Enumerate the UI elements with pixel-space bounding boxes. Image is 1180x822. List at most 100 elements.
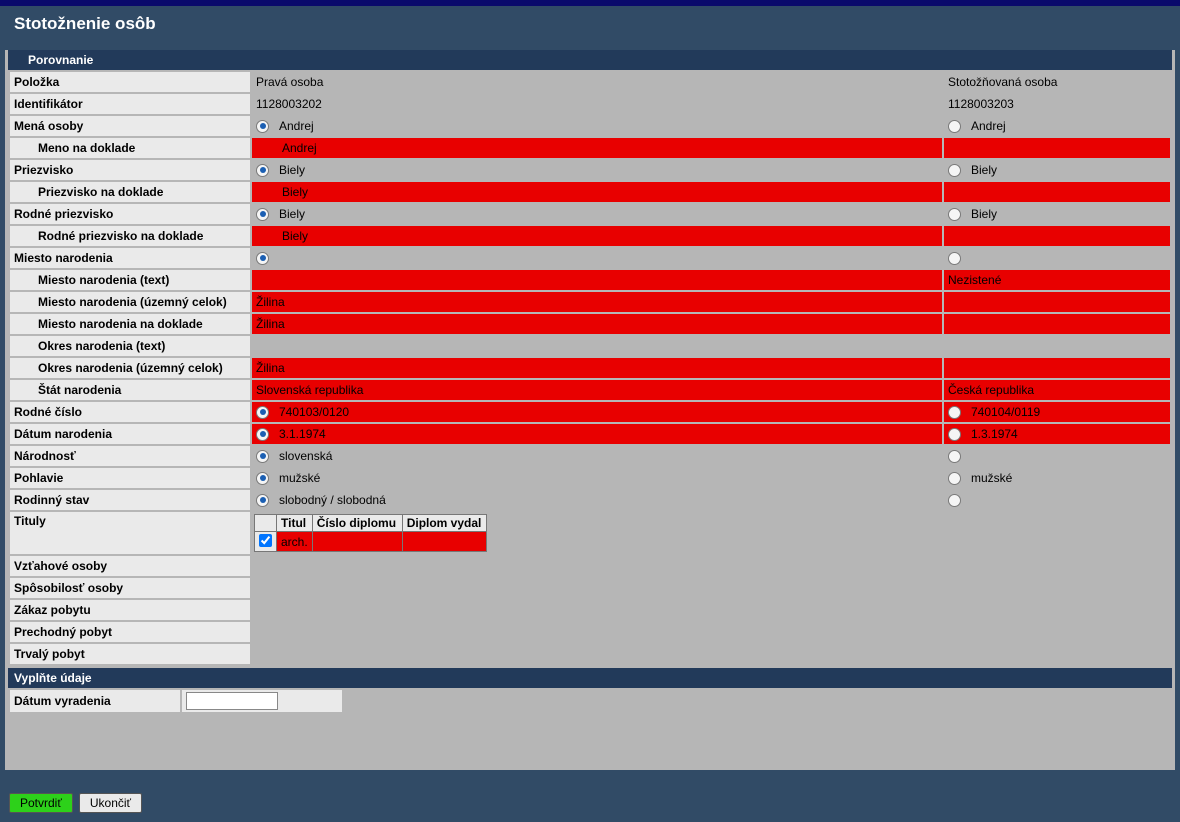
right-surname-doc <box>944 182 1170 202</box>
left-district-region: Žilina <box>252 358 942 378</box>
row-birth-surname-doc: Rodné priezvisko na doklade Biely <box>10 226 1170 246</box>
radio-dob-left[interactable] <box>256 428 269 441</box>
row-stay-ban: Zákaz pobytu <box>10 600 1170 620</box>
radio-sex-left[interactable] <box>256 472 269 485</box>
left-identifier: 1128003202 <box>252 94 942 114</box>
row-birthplace-region: Miesto narodenia (územný celok) Žilina <box>10 292 1170 312</box>
row-nationality: Národnosť slovenská <box>10 446 1170 466</box>
radio-surname-right[interactable] <box>948 164 961 177</box>
radio-birthplace-left[interactable] <box>256 252 269 265</box>
section-compare: Porovnanie <box>8 50 1172 70</box>
val-names-right: Andrej <box>971 119 1006 133</box>
radio-marital-right[interactable] <box>948 494 961 507</box>
label-temp-stay: Prechodný pobyt <box>10 622 250 642</box>
right-state: Česká republika <box>944 380 1170 400</box>
row-district-region: Okres narodenia (územný celok) Žilina <box>10 358 1170 378</box>
left-surname-doc: Biely <box>252 182 942 202</box>
right-birth-surname[interactable]: Biely <box>944 204 1170 224</box>
row-pid: Rodné číslo 740103/0120 740104/0119 <box>10 402 1170 422</box>
left-dob[interactable]: 3.1.1974 <box>252 424 942 444</box>
label-perm-stay: Trvalý pobyt <box>10 644 250 664</box>
page-title: Stotožnenie osôb <box>0 6 1180 44</box>
left-names[interactable]: Andrej <box>252 116 942 136</box>
titles-row-checkbox[interactable] <box>259 534 272 547</box>
right-nationality[interactable] <box>944 446 1170 466</box>
titles-h-diploma-by: Diplom vydal <box>402 515 486 532</box>
right-birthplace-text: Nezistené <box>944 270 1170 290</box>
titles-h-title: Titul <box>277 515 313 532</box>
label-identifier: Identifikátor <box>10 94 250 114</box>
radio-marital-left[interactable] <box>256 494 269 507</box>
val-dob-left: 3.1.1974 <box>279 427 326 441</box>
left-birthplace[interactable] <box>252 248 942 268</box>
left-nationality[interactable]: slovenská <box>252 446 942 466</box>
row-surname: Priezvisko Biely Biely <box>10 160 1170 180</box>
row-birthplace: Miesto narodenia <box>10 248 1170 268</box>
right-sex[interactable]: mužské <box>944 468 1170 488</box>
radio-pid-right[interactable] <box>948 406 961 419</box>
val-birth-surname-right: Biely <box>971 207 997 221</box>
right-temp-stay <box>944 622 1170 642</box>
close-button[interactable]: Ukončiť <box>79 793 142 813</box>
fill-table: Dátum vyradenia <box>8 688 1172 714</box>
label-titles: Tituly <box>10 512 250 554</box>
radio-nationality-right[interactable] <box>948 450 961 463</box>
row-perm-stay: Trvalý pobyt <box>10 644 1170 664</box>
label-birth-surname: Rodné priezvisko <box>10 204 250 224</box>
footer-bar: Potvrdiť Ukončiť <box>5 790 1175 816</box>
left-surname[interactable]: Biely <box>252 160 942 180</box>
left-perm-stay <box>252 644 942 664</box>
left-marital[interactable]: slobodný / slobodná <box>252 490 942 510</box>
radio-birth-surname-right[interactable] <box>948 208 961 221</box>
row-name-doc: Meno na doklade Andrej <box>10 138 1170 158</box>
row-surname-doc: Priezvisko na doklade Biely <box>10 182 1170 202</box>
val-surname-right: Biely <box>971 163 997 177</box>
radio-sex-right[interactable] <box>948 472 961 485</box>
row-titles: Tituly Titul Číslo diplomu Diplom vydal … <box>10 512 1170 554</box>
val-birth-surname-left: Biely <box>279 207 305 221</box>
val-dob-right: 1.3.1974 <box>971 427 1018 441</box>
label-surname: Priezvisko <box>10 160 250 180</box>
val-names-left: Andrej <box>279 119 314 133</box>
right-dob[interactable]: 1.3.1974 <box>944 424 1170 444</box>
label-pid: Rodné číslo <box>10 402 250 422</box>
right-marital[interactable] <box>944 490 1170 510</box>
radio-birth-surname-left[interactable] <box>256 208 269 221</box>
left-temp-stay <box>252 622 942 642</box>
radio-names-left[interactable] <box>256 120 269 133</box>
right-identifier: 1128003203 <box>944 94 1170 114</box>
discard-date-input[interactable] <box>186 692 278 710</box>
right-birth-surname-doc <box>944 226 1170 246</box>
left-pid[interactable]: 740103/0120 <box>252 402 942 422</box>
right-surname[interactable]: Biely <box>944 160 1170 180</box>
row-discard-date: Dátum vyradenia <box>10 690 1170 712</box>
row-birthplace-text: Miesto narodenia (text) Nezistené <box>10 270 1170 290</box>
right-pid[interactable]: 740104/0119 <box>944 402 1170 422</box>
row-state: Štát narodenia Slovenská republika Česká… <box>10 380 1170 400</box>
right-birthplace[interactable] <box>944 248 1170 268</box>
confirm-button[interactable]: Potvrdiť <box>9 793 73 813</box>
right-perm-stay <box>944 644 1170 664</box>
left-birth-surname[interactable]: Biely <box>252 204 942 224</box>
label-district-text: Okres narodenia (text) <box>10 336 250 356</box>
row-sex: Pohlavie mužské mužské <box>10 468 1170 488</box>
right-names[interactable]: Andrej <box>944 116 1170 136</box>
left-name-doc: Andrej <box>252 138 942 158</box>
right-capacity <box>944 578 1170 598</box>
radio-names-right[interactable] <box>948 120 961 133</box>
titles-inner-table: Titul Číslo diplomu Diplom vydal arch. <box>254 514 487 552</box>
radio-dob-right[interactable] <box>948 428 961 441</box>
val-sex-left: mužské <box>279 471 320 485</box>
radio-surname-left[interactable] <box>256 164 269 177</box>
left-sex[interactable]: mužské <box>252 468 942 488</box>
radio-nationality-left[interactable] <box>256 450 269 463</box>
radio-pid-left[interactable] <box>256 406 269 419</box>
label-sex: Pohlavie <box>10 468 250 488</box>
left-birthplace-text <box>252 270 942 290</box>
label-marital: Rodinný stav <box>10 490 250 510</box>
label-capacity: Spôsobilosť osoby <box>10 578 250 598</box>
right-rel-persons <box>944 556 1170 576</box>
radio-birthplace-right[interactable] <box>948 252 961 265</box>
left-district-text <box>252 336 942 356</box>
left-titles: Titul Číslo diplomu Diplom vydal arch. <box>252 512 942 554</box>
